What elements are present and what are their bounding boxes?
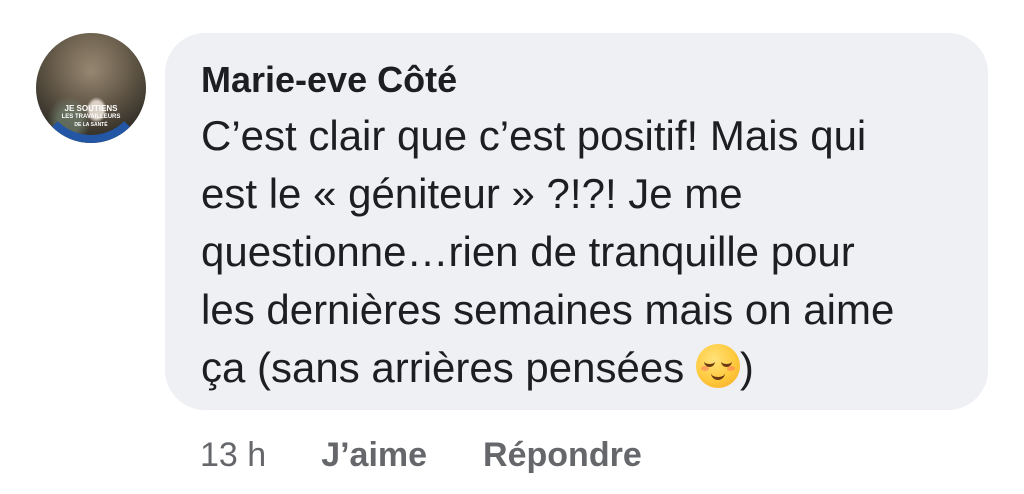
comment-actions: 13 h J’aime Répondre <box>200 432 642 478</box>
reply-button[interactable]: Répondre <box>483 436 642 475</box>
comment-timestamp[interactable]: 13 h <box>200 436 266 475</box>
comment-line: ça (sans arrières pensées <box>201 344 696 391</box>
avatar-badge-line2: LES TRAVAILLEURS <box>61 114 121 120</box>
avatar-badge: JE SOUTIENS LES TRAVAILLEURS DE LA SANTÉ <box>50 105 132 133</box>
relieved-face-emoji-icon <box>695 344 740 388</box>
comment-line: est le « géniteur » ?!?! Je me <box>201 170 743 217</box>
avatar-badge-line3: DE LA SANTÉ <box>74 122 108 128</box>
comment-text: C’est clair que c’est positif! Mais qui … <box>201 107 961 397</box>
comment-line: questionne…rien de tranquille pour <box>201 228 855 275</box>
comment-bubble: Marie-eve Côté C’est clair que c’est pos… <box>165 33 988 410</box>
comment-closing: ) <box>739 344 754 391</box>
like-button[interactable]: J’aime <box>321 436 427 475</box>
comment-line: les dernières semaines mais on aime <box>201 286 895 333</box>
avatar-badge-line1: JE SOUTIENS <box>64 104 118 113</box>
comment-author[interactable]: Marie-eve Côté <box>201 57 960 103</box>
comment-container: JE SOUTIENS LES TRAVAILLEURS DE LA SANTÉ… <box>0 0 1024 494</box>
avatar[interactable]: JE SOUTIENS LES TRAVAILLEURS DE LA SANTÉ <box>36 33 146 143</box>
comment-line: C’est clair que c’est positif! Mais qui <box>201 112 867 159</box>
